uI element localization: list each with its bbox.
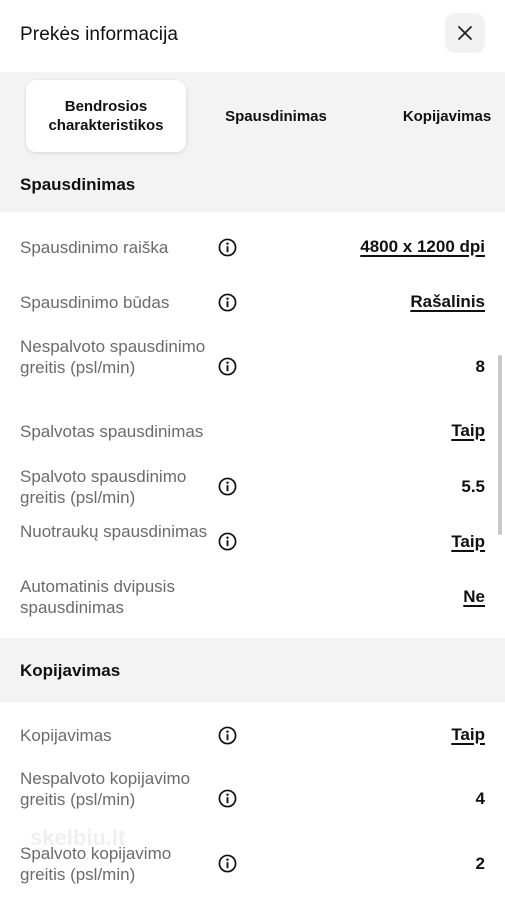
info-icon[interactable] (218, 726, 237, 745)
spec-value-link[interactable]: Taip (451, 532, 485, 552)
info-icon[interactable] (218, 477, 237, 496)
close-icon (458, 26, 472, 40)
watermark-text: skelbiu.lt (30, 825, 126, 850)
tab-bar: Bendrosios charakteristikos Spausdinimas… (0, 72, 505, 160)
section-header-printing: Spausdinimas (0, 160, 505, 212)
info-icon[interactable] (218, 357, 237, 376)
spec-value-link[interactable]: Taip (451, 421, 485, 441)
spec-value-link[interactable]: 4800 x 1200 dpi (360, 237, 485, 257)
spec-value: 5.5 (461, 477, 485, 496)
spec-label: Automatinis dvipusis spausdinimas (20, 577, 175, 617)
info-icon[interactable] (218, 293, 237, 312)
section-header-copying: Kopijavimas (0, 638, 505, 702)
modal-header: Prekės informacija (0, 0, 505, 72)
page-title: Prekės informacija (20, 24, 179, 45)
spec-label: Spalvoto spausdinimo greitis (psl/min) (20, 467, 187, 507)
section-title: Spausdinimas (20, 175, 136, 194)
section-title: Kopijavimas (20, 661, 121, 680)
spec-label: Spausdinimo būdas (20, 293, 170, 312)
info-icon[interactable] (218, 532, 237, 551)
close-button[interactable] (445, 13, 485, 53)
spec-value: 4 (475, 789, 485, 808)
info-icon[interactable] (218, 854, 237, 873)
spec-value: 2 (475, 854, 485, 873)
info-icon[interactable] (218, 238, 237, 257)
spec-label: Kopijavimas (20, 726, 112, 745)
spec-value-link[interactable]: Rašalinis (410, 292, 485, 312)
info-icon[interactable] (218, 789, 237, 808)
tab-general[interactable]: Bendrosios charakteristikos (26, 80, 186, 152)
scrollbar[interactable] (498, 355, 502, 535)
tab-printing[interactable]: Spausdinimas (196, 80, 356, 152)
spec-value-link[interactable]: Ne (463, 587, 485, 607)
spec-label: Nuotraukų spausdinimas (20, 522, 208, 541)
spec-label: Spalvotas spausdinimas (20, 422, 204, 441)
spec-label: Nespalvoto kopijavimo greitis (psl/min) (20, 769, 191, 809)
tab-copying[interactable]: Kopijavimas (388, 80, 505, 152)
spec-value-link[interactable]: Taip (451, 725, 485, 745)
spec-label: Spausdinimo raiška (20, 238, 169, 257)
spec-value: 8 (475, 357, 485, 376)
spec-label: Nespalvoto spausdinimo greitis (psl/min) (20, 337, 206, 377)
